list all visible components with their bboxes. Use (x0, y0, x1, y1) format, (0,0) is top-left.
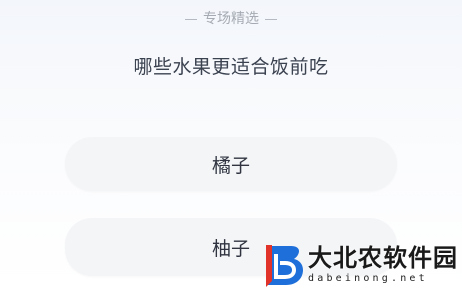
section-tag-right-dash (265, 18, 277, 20)
question-title: 哪些水果更适合饭前吃 (133, 56, 329, 78)
answer-option-2-label: 柚子 (211, 237, 250, 260)
answer-option-1-label: 橘子 (211, 154, 250, 177)
watermark-url: dabeinong.net (308, 273, 428, 284)
section-tag: 专场精选 (0, 9, 462, 29)
section-tag-label: 专场精选 (203, 11, 259, 27)
section-tag-left-dash (185, 18, 197, 20)
watermark-title: 大北农软件园 (308, 244, 458, 272)
watermark-logo-icon (266, 245, 303, 287)
site-watermark: 大北农软件园 dabeinong.net (264, 243, 462, 288)
answer-option-1[interactable]: 橘子 (65, 137, 397, 191)
